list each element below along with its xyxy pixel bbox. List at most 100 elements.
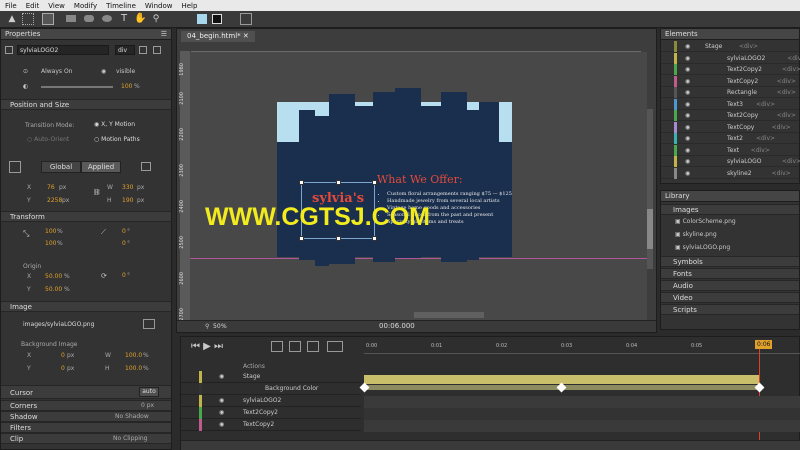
align-tool-icon[interactable] <box>240 13 252 25</box>
element-row[interactable]: ◉ TextCopy2 <div> <box>661 75 799 87</box>
zoom-tool-icon[interactable]: ⚲ <box>150 13 162 25</box>
library-images-section[interactable]: Images <box>661 204 799 215</box>
graph-icon[interactable] <box>327 341 343 352</box>
cursor-value[interactable]: auto <box>139 387 159 397</box>
new-class-icon[interactable] <box>153 46 161 54</box>
border-color-swatch[interactable] <box>212 14 222 24</box>
element-name-field[interactable]: sylviaLOGO2 <box>17 45 109 55</box>
vertical-scroll-thumb[interactable] <box>647 209 653 249</box>
easing-icon[interactable] <box>289 341 301 352</box>
h-value[interactable]: 190 <box>122 197 133 204</box>
keyframe[interactable] <box>754 382 765 393</box>
menu-modify[interactable]: Modify <box>74 2 97 10</box>
edit-class-icon[interactable] <box>139 46 147 54</box>
element-row[interactable]: ◉ skyline2 <div> <box>661 167 799 179</box>
skew-y-value[interactable]: 0 <box>122 240 126 247</box>
element-row[interactable]: ◉ Text3 <div> <box>661 98 799 110</box>
menu-edit[interactable]: Edit <box>26 2 40 10</box>
filters-section[interactable]: Filters <box>1 422 171 433</box>
image-section[interactable]: Image <box>1 301 171 312</box>
timeline-layer-row[interactable]: ◉ TextCopy2 <box>181 419 361 431</box>
origin-y-value[interactable]: 50.00 <box>45 286 62 293</box>
visibility-eye-icon[interactable]: ◉ <box>685 64 690 75</box>
element-row[interactable]: ◉ Text2Copy <div> <box>661 110 799 121</box>
w-value[interactable]: 330 <box>122 184 133 191</box>
timeline-layer-row[interactable]: ◉ sylviaLOGO2 <box>181 395 361 407</box>
layer-track[interactable] <box>364 408 800 420</box>
element-row[interactable]: ◉ sylviaLOGO <div> <box>661 156 800 167</box>
visibility-eye-icon[interactable]: ◉ <box>685 110 690 121</box>
bg-h-value[interactable]: 100.0 <box>125 365 142 372</box>
document-tab[interactable]: 04_begin.html* ✕ <box>181 31 255 42</box>
opacity-value[interactable]: 100 <box>121 83 132 90</box>
auto-orient-toggle[interactable]: ○ Auto-Orient <box>27 136 69 143</box>
layer-track[interactable] <box>364 420 800 432</box>
y-value[interactable]: 2258 <box>47 197 62 204</box>
bg-x-value[interactable]: 0 <box>61 352 65 359</box>
library-audio-section[interactable]: Audio <box>661 280 799 291</box>
menu-window[interactable]: Window <box>145 2 173 10</box>
menu-file[interactable]: File <box>5 2 17 10</box>
play-controls[interactable]: ⏮ ▶ ⏭ <box>191 341 223 352</box>
close-tab-icon[interactable]: ✕ <box>243 32 249 40</box>
menu-timeline[interactable]: Timeline <box>106 2 136 10</box>
visibility-eye-icon[interactable]: ◉ <box>685 133 690 144</box>
visibility-eye-icon[interactable]: ◉ <box>685 168 690 179</box>
stage-scene[interactable]: What We Offer: Custom floral arrangement… <box>277 88 512 266</box>
layer-visibility-icon[interactable]: ◉ <box>219 419 224 431</box>
origin-x-value[interactable]: 50.00 <box>45 273 62 280</box>
motion-paths-radio[interactable]: ○ Motion Paths <box>94 136 140 143</box>
swap-image-icon[interactable] <box>143 319 155 329</box>
element-row[interactable]: ◉ TextCopy <div> <box>661 121 799 133</box>
timeline-layer-row[interactable]: ◉ Stage <box>181 371 361 383</box>
measure-icon[interactable] <box>141 162 151 171</box>
link-size-icon[interactable]: ⛓ <box>93 189 101 196</box>
timeline-layer-row[interactable]: Background Color <box>181 383 361 395</box>
rotate-value[interactable]: 0 <box>122 272 126 279</box>
resize-handle[interactable] <box>299 236 304 241</box>
visibility-eye-icon[interactable]: ◉ <box>685 76 690 87</box>
resize-handle[interactable] <box>336 236 341 241</box>
library-scripts-section[interactable]: Scripts <box>661 304 799 315</box>
layer-visibility-icon[interactable]: ◉ <box>219 371 224 383</box>
transform-tool-icon[interactable] <box>22 13 34 25</box>
element-type-field[interactable]: div <box>115 45 135 55</box>
visibility-eye-icon[interactable]: ◉ <box>685 156 690 167</box>
fill-color-swatch[interactable] <box>197 14 207 24</box>
bg-y-value[interactable]: 0 <box>61 365 65 372</box>
visibility-eye-icon[interactable]: ◉ <box>685 122 690 133</box>
text-tool-icon[interactable]: T <box>118 13 130 25</box>
visibility-eye-icon[interactable]: ◉ <box>685 87 690 98</box>
element-row[interactable]: ◉ Text <div> <box>661 144 799 156</box>
hand-tool-icon[interactable]: ✋ <box>134 13 146 25</box>
visible-label[interactable]: visible <box>116 68 135 75</box>
zoom-value[interactable]: 50 <box>213 323 221 330</box>
resize-handle[interactable] <box>372 236 377 241</box>
image-path[interactable]: images/sylviaLOGO.png <box>23 321 94 328</box>
image-file-item[interactable]: ▣ ColorScheme.png <box>675 218 736 225</box>
visibility-eye-icon[interactable]: ◉ <box>685 53 690 64</box>
element-row[interactable]: ◉ Stage <div> <box>661 41 799 52</box>
ellipse-tool-icon[interactable] <box>101 13 113 25</box>
crop-tool-icon[interactable] <box>42 13 54 25</box>
library-symbols-section[interactable]: Symbols <box>661 256 799 267</box>
scale-x-value[interactable]: 100 <box>45 228 56 235</box>
transform-section[interactable]: Transform <box>1 211 171 222</box>
library-video-section[interactable]: Video <box>661 292 799 303</box>
select-tool-icon[interactable]: ▲ <box>6 13 18 25</box>
x-value[interactable]: 76 <box>47 184 55 191</box>
resize-handle[interactable] <box>336 180 341 185</box>
visibility-eye-icon[interactable]: ◉ <box>685 145 690 156</box>
element-row[interactable]: ◉ sylviaLOGO2 <div> <box>661 52 800 64</box>
visibility-eye-icon[interactable]: ◉ <box>685 99 690 110</box>
xy-motion-radio[interactable]: ◉ X, Y Motion <box>94 121 135 128</box>
vertical-scrollbar[interactable] <box>647 109 653 269</box>
position-size-section[interactable]: Position and Size <box>1 99 171 110</box>
menu-help[interactable]: Help <box>181 2 197 10</box>
playhead-badge[interactable]: 0:06 <box>755 340 773 349</box>
always-on-label[interactable]: Always On <box>41 68 72 75</box>
time-display[interactable]: 00:06.000 <box>379 322 415 330</box>
timeline-layer-row[interactable]: ◉ Text2Copy2 <box>181 407 361 419</box>
rectangle-tool-icon[interactable] <box>65 13 77 25</box>
position-anchor-icon[interactable] <box>9 161 21 173</box>
